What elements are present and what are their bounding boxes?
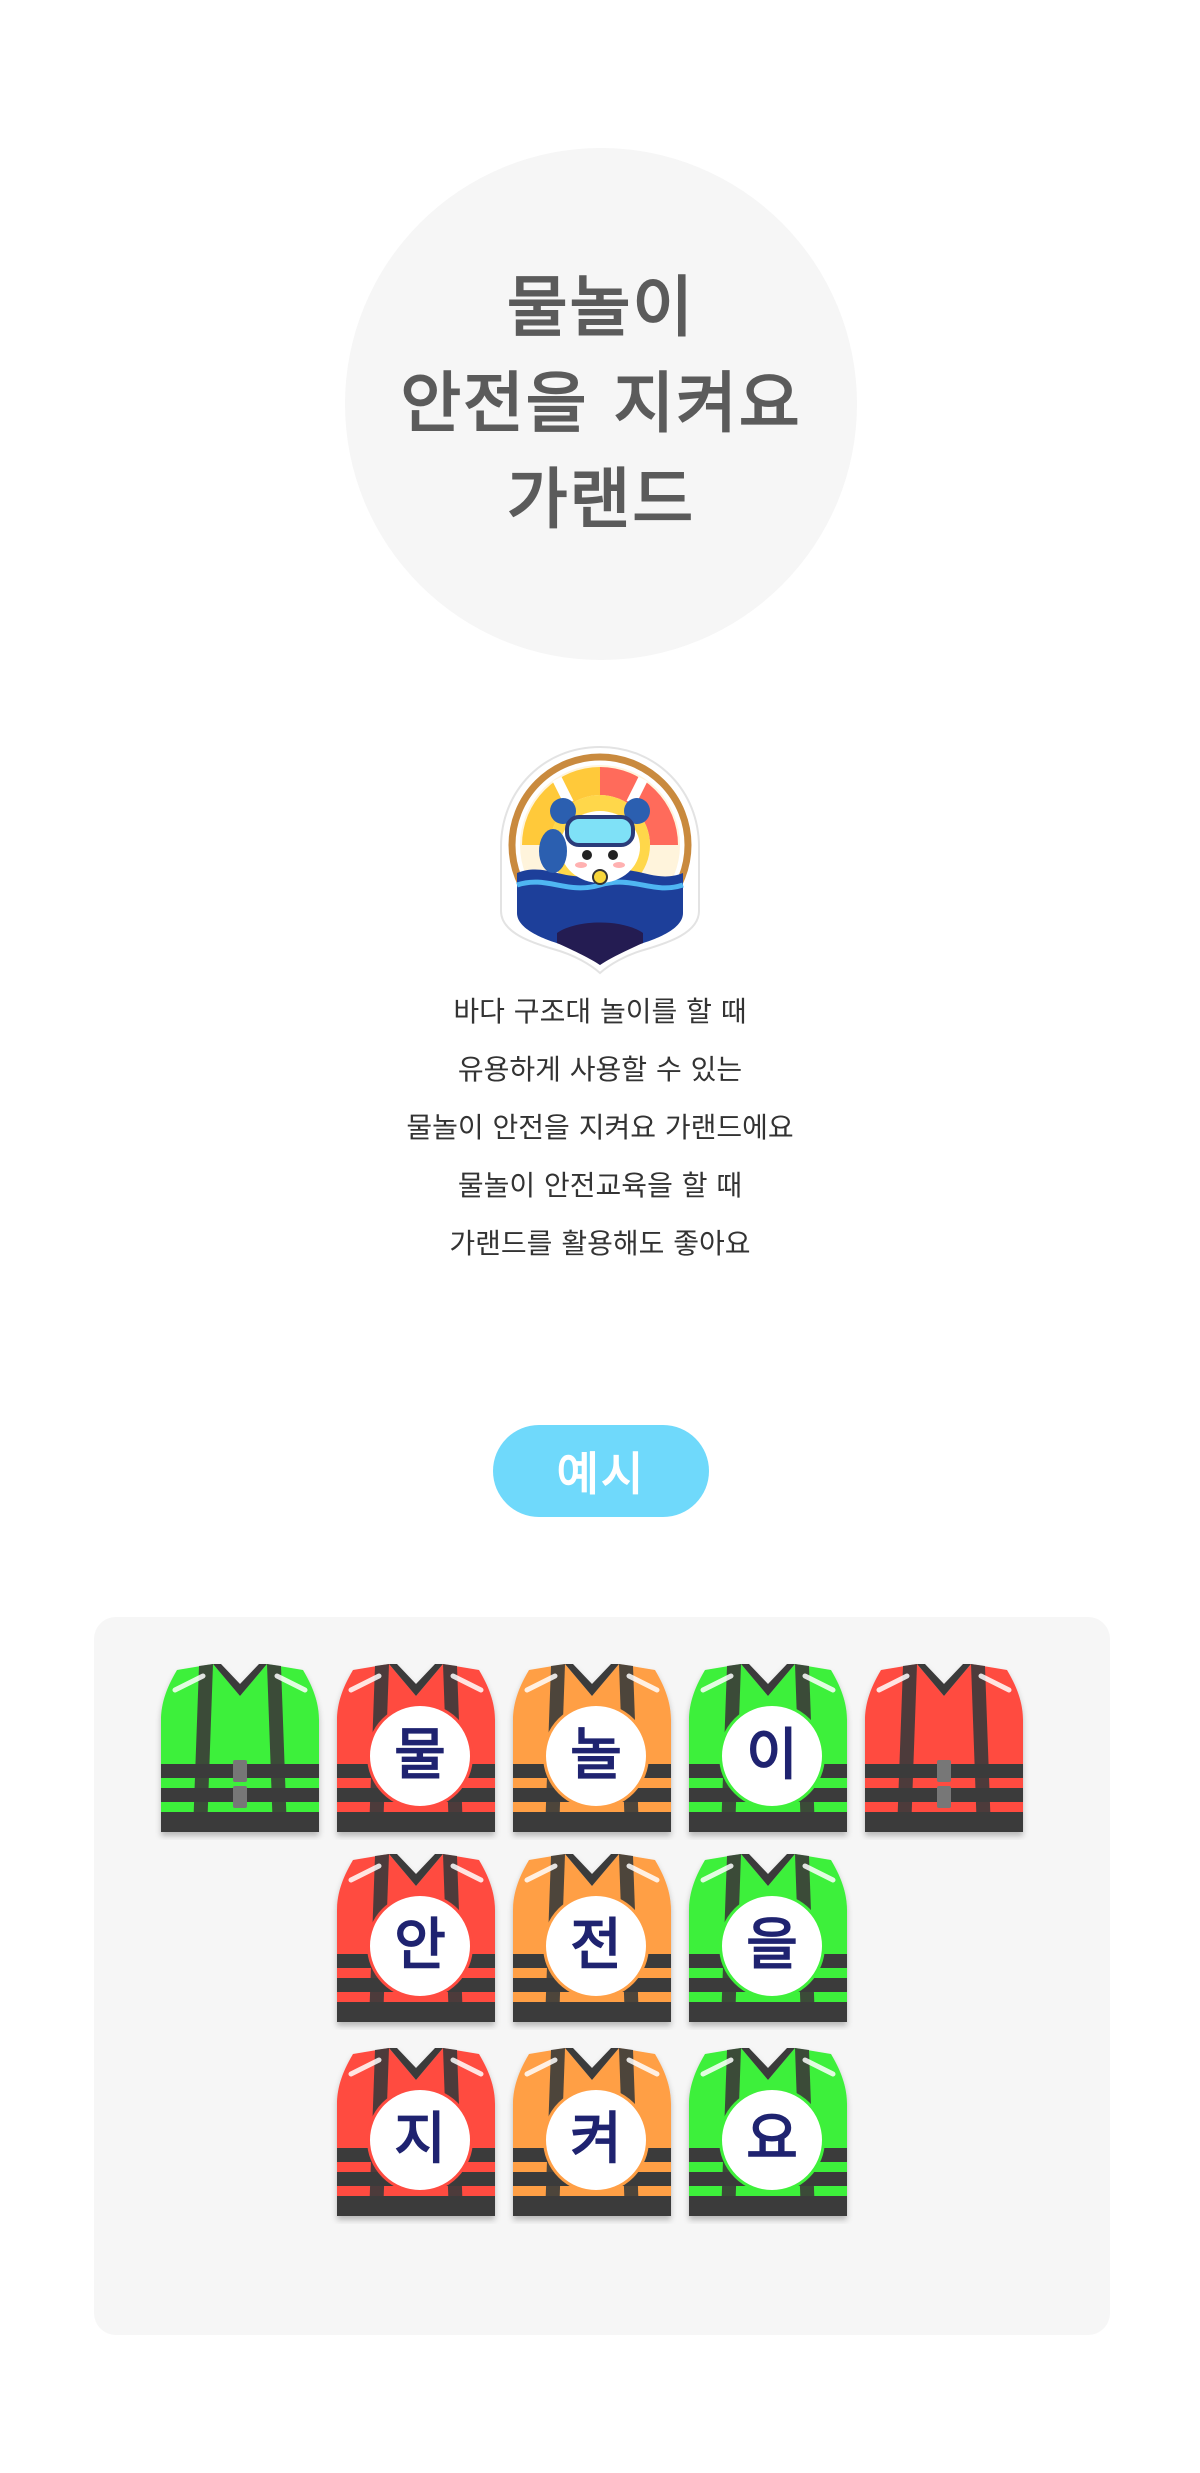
life-vest-green xyxy=(155,1660,325,1840)
life-vest-orange: 놀 xyxy=(507,1660,677,1840)
life-vest-green: 을 xyxy=(683,1850,853,2030)
life-vest-orange: 켜 xyxy=(507,2044,677,2224)
title-line-1: 물놀이 xyxy=(506,269,696,346)
life-vest-green: 이 xyxy=(683,1660,853,1840)
description-line: 물놀이 안전교육을 할 때 xyxy=(457,1169,743,1202)
vest-letter: 물 xyxy=(367,1703,473,1809)
example-label: 예시 xyxy=(556,1447,646,1501)
description: 바다 구조대 놀이를 할 때 유용하게 사용할 수 있는 물놀이 안전을 지켜요… xyxy=(300,983,900,1273)
life-vest-green: 요 xyxy=(683,2044,853,2224)
description-line: 바다 구조대 놀이를 할 때 xyxy=(453,995,747,1028)
life-vest-red: 안 xyxy=(331,1850,501,2030)
description-line: 유용하게 사용할 수 있는 xyxy=(457,1053,743,1086)
vest-letter: 지 xyxy=(367,2087,473,2193)
vest-letter: 전 xyxy=(543,1893,649,1999)
life-vest-red xyxy=(859,1660,1029,1840)
vest-letter: 을 xyxy=(719,1893,825,1999)
vest-letter: 이 xyxy=(719,1703,825,1809)
title-line-3: 가랜드 xyxy=(506,461,696,538)
title-badge: 물놀이 안전을 지켜요 가랜드 xyxy=(345,148,857,660)
description-line: 물놀이 안전을 지켜요 가랜드에요 xyxy=(406,1111,794,1144)
description-line: 가랜드를 활용해도 좋아요 xyxy=(449,1227,751,1260)
vest-letter: 안 xyxy=(367,1893,473,1999)
vest-letter: 놀 xyxy=(543,1703,649,1809)
life-vest-red: 물 xyxy=(331,1660,501,1840)
title-line-2: 안전을 지켜요 xyxy=(400,365,802,442)
vest-letter: 요 xyxy=(719,2087,825,2193)
life-vest-orange: 전 xyxy=(507,1850,677,2030)
example-badge: 예시 xyxy=(493,1425,709,1517)
life-vest-red: 지 xyxy=(331,2044,501,2224)
diver-panda-mascot-icon xyxy=(497,743,703,975)
vest-letter: 켜 xyxy=(543,2087,649,2193)
